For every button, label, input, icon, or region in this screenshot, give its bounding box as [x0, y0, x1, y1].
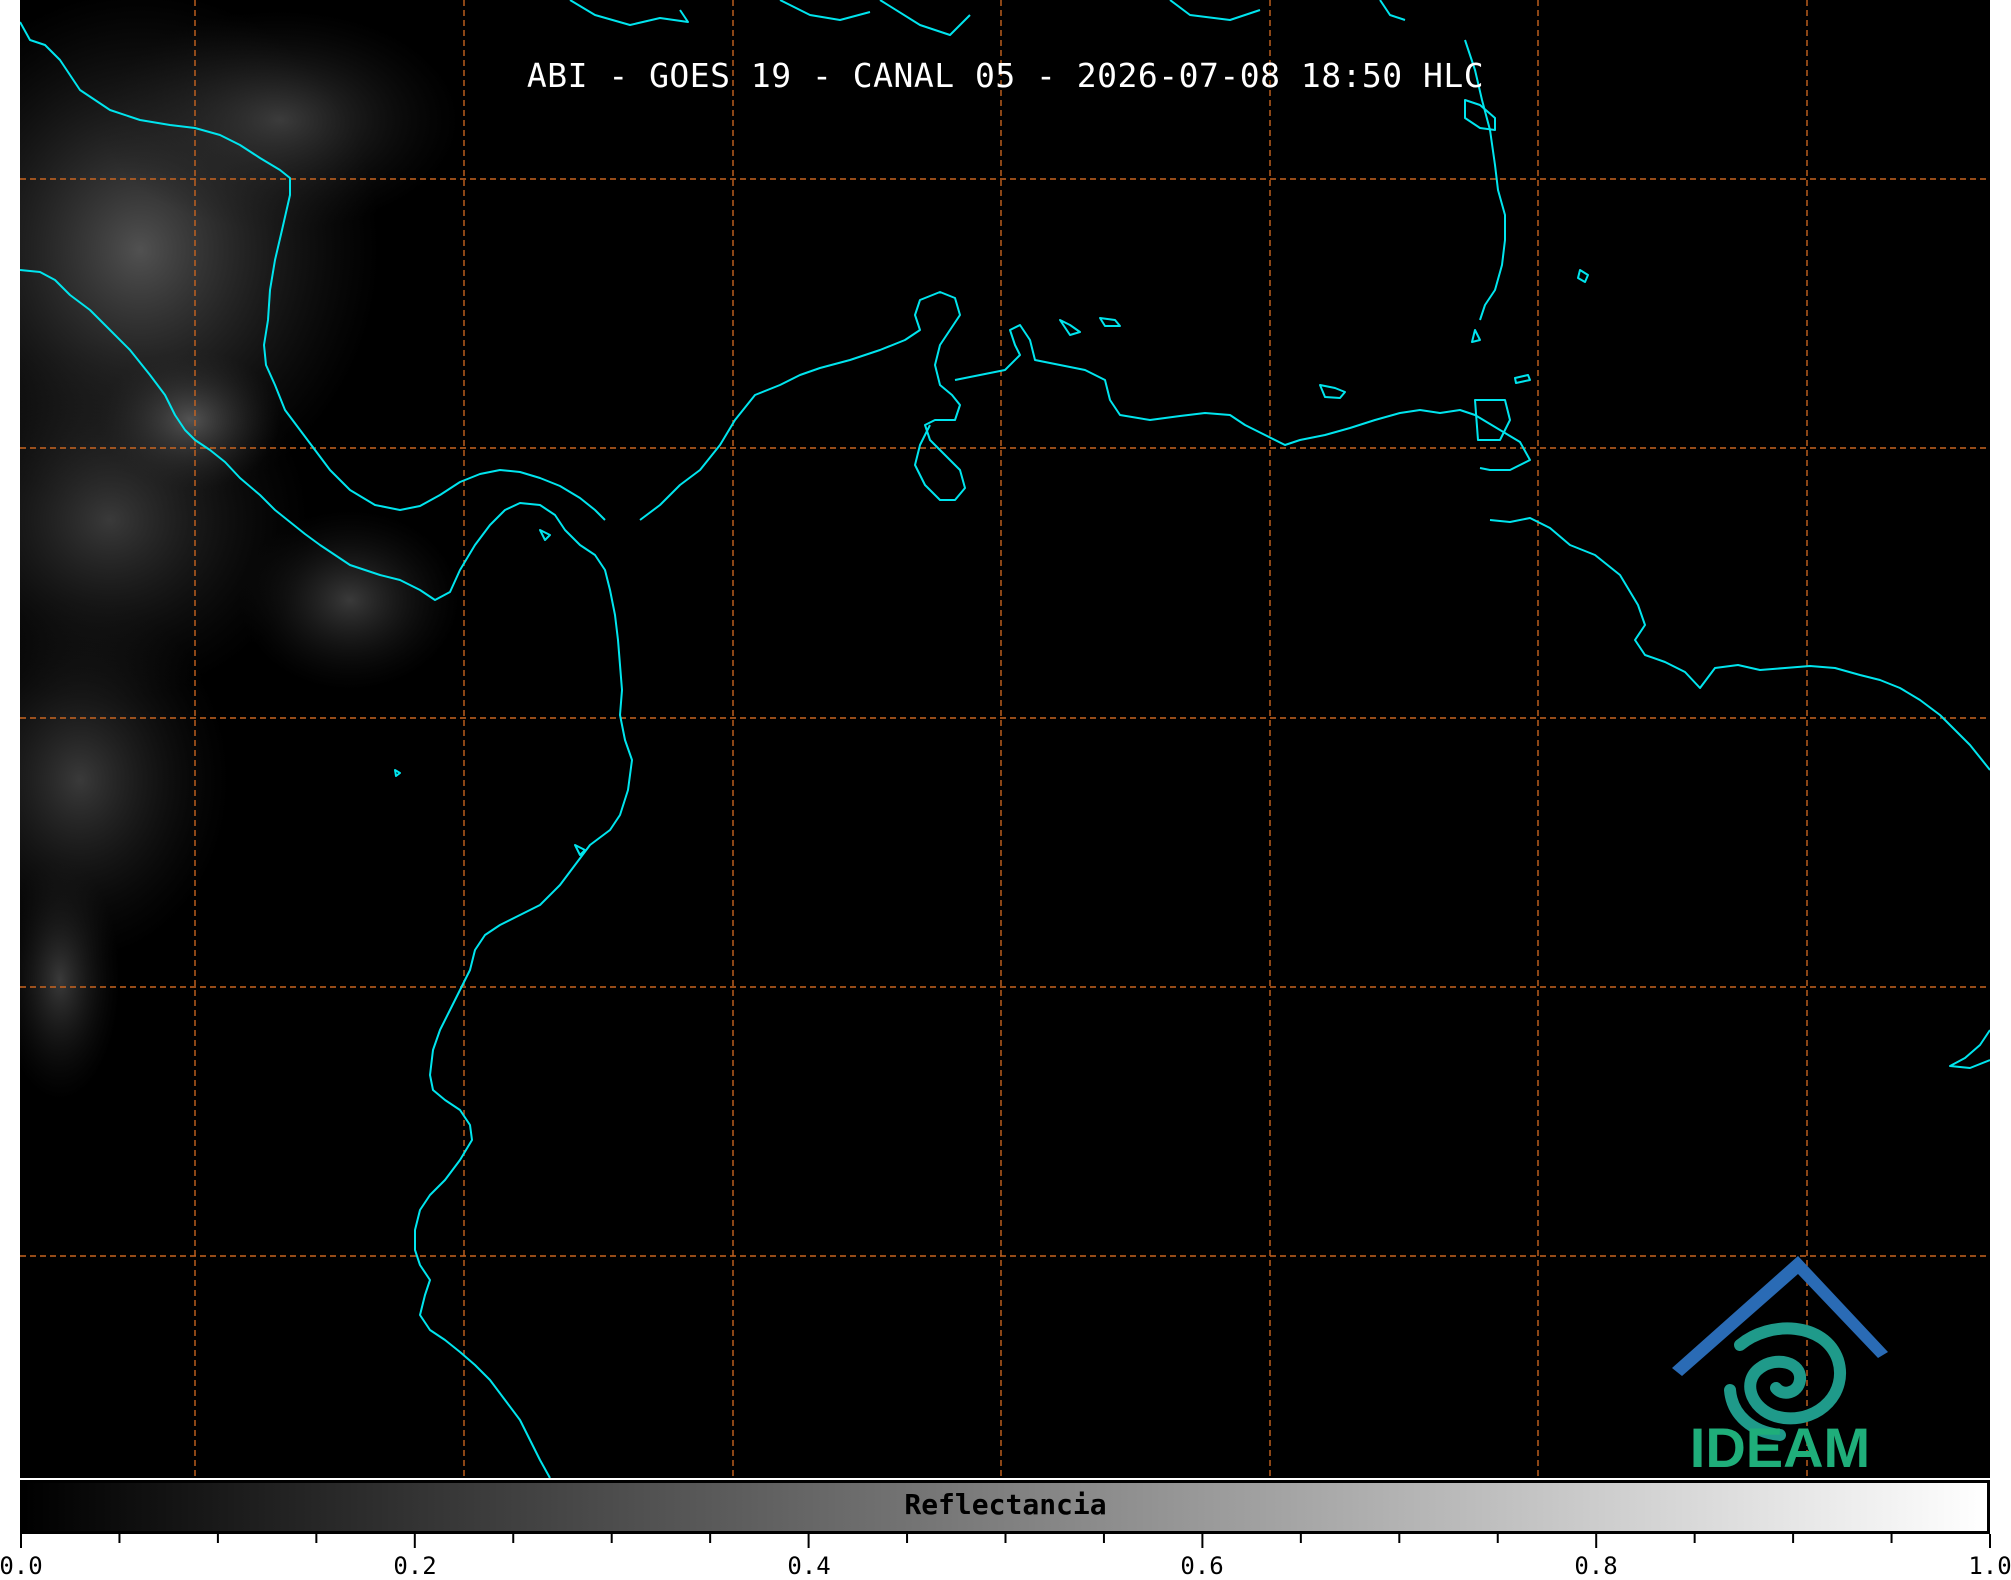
colorbar-ticks — [20, 1534, 1991, 1548]
coastline-colombia-venezuela-north — [639, 291, 1531, 521]
coastline-cuba-hispaniola — [569, 0, 1406, 36]
colorbar-label: Reflectancia — [904, 1488, 1107, 1521]
island-grenada — [1471, 329, 1481, 343]
colorbar-tick-label: 0.4 — [787, 1552, 831, 1580]
colorbar-tick-label: 1.0 — [1968, 1552, 2011, 1580]
colorbar-tick-label: 0.8 — [1574, 1552, 1618, 1580]
coastline-venezuela-guianas — [1489, 517, 1990, 771]
logo-text: IDEAM — [1689, 1416, 1871, 1479]
island-malpelo — [394, 769, 401, 777]
map-title: ABI - GOES 19 - CANAL 05 - 2026-07-08 18… — [526, 56, 1485, 95]
colorbar-tick-label: 0.2 — [393, 1552, 437, 1580]
island-tobago — [1514, 374, 1531, 384]
island-barbados — [1577, 269, 1589, 283]
colorbar-tick-label: 0.0 — [0, 1552, 43, 1580]
island-margarita — [1319, 384, 1346, 399]
colorbar-tick-label: 0.6 — [1180, 1552, 1224, 1580]
coastline-brazil-east — [1949, 1029, 1990, 1069]
coastline-puerto-rico — [1464, 99, 1496, 131]
cloud-cover — [20, 0, 460, 1100]
island-san-andres — [539, 529, 551, 541]
island-aruba-curacao — [1059, 317, 1121, 336]
